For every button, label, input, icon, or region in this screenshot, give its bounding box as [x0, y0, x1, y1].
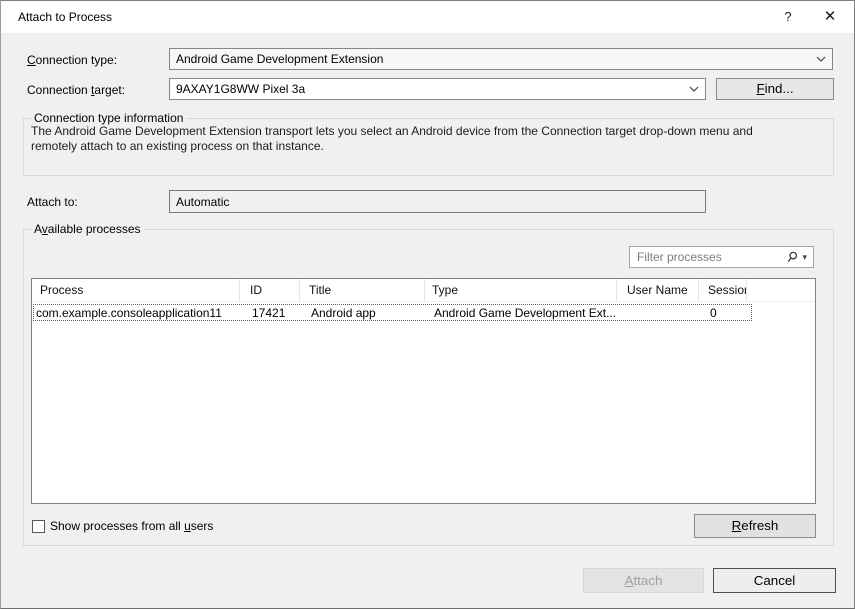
dialog-title: Attach to Process	[18, 1, 112, 33]
show-all-users-option[interactable]: Show processes from all users	[32, 519, 213, 533]
attach-to-label: Attach to:	[27, 195, 78, 209]
attach-to-process-dialog: Attach to Process ? ✕ Connection type: A…	[0, 0, 855, 609]
connection-type-value: Android Game Development Extension	[170, 52, 810, 66]
cancel-button[interactable]: Cancel	[713, 568, 836, 593]
close-icon: ✕	[824, 8, 837, 25]
column-header-id[interactable]: ID	[240, 279, 300, 301]
cell-id: 17421	[242, 306, 302, 320]
chevron-down-icon	[810, 56, 832, 62]
connection-target-label: Connection target:	[27, 83, 125, 97]
column-header-filler	[747, 279, 815, 301]
attach-button[interactable]: Attach	[583, 568, 704, 593]
connection-target-combobox[interactable]: 9AXAY1G8WW Pixel 3a	[169, 78, 706, 100]
chevron-down-icon	[683, 86, 705, 92]
column-header-process[interactable]: Process	[32, 279, 240, 301]
cell-type: Android Game Development Ext...	[427, 306, 619, 320]
column-header-title[interactable]: Title	[300, 279, 425, 301]
connection-target-value: 9AXAY1G8WW Pixel 3a	[170, 82, 683, 96]
cell-process: com.example.consoleapplication11	[34, 306, 242, 320]
process-table-header: Process ID Title Type User Name Session	[32, 279, 815, 302]
connection-type-information-title: Connection type information	[31, 111, 186, 125]
refresh-button[interactable]: Refresh	[694, 514, 816, 538]
connection-type-dropdown[interactable]: Android Game Development Extension	[169, 48, 833, 70]
column-header-user-name[interactable]: User Name	[617, 279, 699, 301]
table-row[interactable]: com.example.consoleapplication11 17421 A…	[33, 304, 752, 321]
connection-type-information-group: Connection type information The Android …	[23, 118, 834, 176]
filter-processes-input[interactable]	[630, 250, 786, 264]
show-all-users-checkbox[interactable]	[32, 520, 45, 533]
close-button[interactable]: ✕	[815, 1, 845, 33]
help-button[interactable]: ?	[773, 1, 803, 33]
column-header-type[interactable]: Type	[425, 279, 617, 301]
find-button[interactable]: Find...	[716, 78, 834, 100]
cell-session: 0	[701, 306, 749, 320]
search-icon[interactable]	[786, 251, 799, 264]
titlebar: Attach to Process ? ✕	[1, 1, 854, 33]
show-all-users-label: Show processes from all users	[50, 519, 213, 533]
filter-options-caret-icon[interactable]: ▾	[802, 253, 807, 262]
cell-title: Android app	[302, 306, 427, 320]
column-header-session[interactable]: Session	[699, 279, 747, 301]
filter-processes-box: ▾	[629, 246, 814, 268]
attach-to-field[interactable]: Automatic	[169, 190, 706, 213]
attach-to-value: Automatic	[170, 195, 705, 209]
connection-type-label: Connection type:	[27, 53, 117, 67]
process-table: Process ID Title Type User Name Session …	[31, 278, 816, 504]
available-processes-title: Available processes	[31, 222, 144, 236]
help-icon: ?	[784, 9, 791, 24]
